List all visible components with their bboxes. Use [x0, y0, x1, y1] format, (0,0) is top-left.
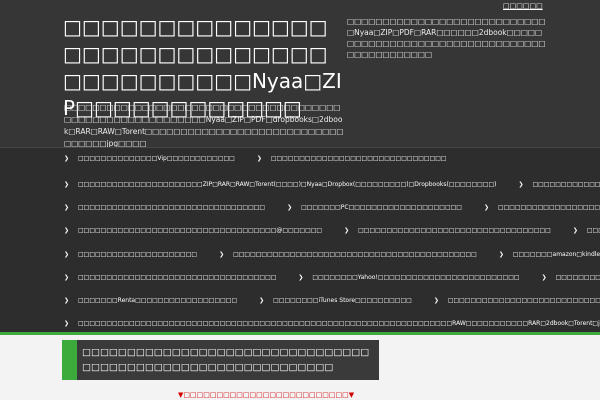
nav-link-label: □□□□□□□□□□□□□□□□□□□□□□ZIP□RAR□RAW□Torent… — [78, 181, 497, 188]
chevron-right-icon: ❯ — [572, 227, 578, 234]
nav-link[interactable]: ❯ □□□□□□□□□□□□□□□□□□□□□□□□□□□□□□□□□□□□□□□… — [219, 248, 477, 262]
chevron-right-icon: ❯ — [64, 297, 70, 304]
nav-link-label: □□□□□□□□□□□□□□□□□□□□□□□□□□□□□□□□□□□@□□□□… — [78, 227, 323, 234]
post-title[interactable]: □□□□□□□□□□□□□□□□□□□□□□□□□□□□□□□□□□□□□□□□… — [82, 345, 372, 375]
chevron-right-icon: ❯ — [64, 181, 70, 188]
chevron-right-icon: ❯ — [219, 251, 225, 258]
main-content: □□□□□□□□□□□□□□□□□□□□□□□□□□□□□□□□□□□□□□□□… — [0, 335, 600, 400]
nav-link[interactable]: ❯ □□□□□□□□□□□□□□□□□□□□□□□□□□□□□□□□□□□ — [519, 178, 600, 192]
nav-link-label: □□□□□□□Renta□□□□□□□□□□□□□□□□□□ — [78, 297, 238, 304]
nav-link[interactable]: ❯ □□□□□□□amazon□kindle□□□□□□□□□□□□ — [499, 248, 600, 262]
chevron-right-icon: ❯ — [344, 227, 350, 234]
nav-link[interactable]: ❯ □□□□□□□□□□□□□□□□□□□□□□ZIP□RAR□RAW□Toren… — [64, 178, 497, 192]
chevron-right-icon: ❯ — [498, 251, 504, 258]
chevron-right-icon: ❯ — [64, 320, 70, 327]
post-title-box: □□□□□□□□□□□□□□□□□□□□□□□□□□□□□□□□□□□□□□□□… — [62, 340, 379, 380]
nav-link[interactable]: ❯ □□□□□□□PC□□□□□□□□□□□□□□□□□□□□ — [287, 201, 462, 215]
chevron-right-icon: ❯ — [64, 251, 70, 258]
nav-link-label: □□□□□□□□□□□□□□□□□□□□□□□□□□□□□□□□□ — [447, 297, 600, 304]
nav-link[interactable]: ❯ □□□□□□□□□□□□□□□□□□□□□□□□□□□□□□□□□□□@□□□… — [64, 224, 322, 238]
nav-row: ❯ □□□□□□□□□□□□□□□□□□□□□□□□□□□□□□□□□□□□□□□… — [64, 317, 600, 331]
nav-link[interactable]: ❯ □□□□□□□□Yahoo!□□□□□□□□□□□□□□□□□□□□□□□□□ — [298, 271, 519, 285]
chevron-right-icon: ❯ — [298, 274, 304, 281]
nav-link[interactable]: ❯ □□□□□□□□□□□□□□Vip□□□□□□□□□□□□ — [64, 152, 235, 166]
nav-link-label: □□□□□□□□□□□□□□□□□□□□□□□□□□□□□□□□□□□□□□□□… — [233, 251, 477, 258]
nav-link-label: □□□□□□□□□□□□□□□□□□□□□□□□□□□□□□□ — [270, 155, 447, 162]
chevron-right-icon: ❯ — [256, 155, 262, 162]
nav-link[interactable]: ❯ □□□□□□□□□□□□□□□□□□□□□□□□□□□□□□□ — [257, 152, 447, 166]
nav-row: ❯ □□□□□□□□□□□□□□□□□□□□□ ❯ □□□□□□□□□□□□□□□□□… — [64, 248, 600, 262]
nav-link[interactable]: ❯ □□□□□□□□kobo□□□□□□□□□□□□□□□□□□□□□ — [542, 271, 600, 285]
chevron-right-icon: ❯ — [433, 297, 439, 304]
nav-row: ❯ □□□□□□□□□□□□□□□□□□□□□□□□□□□□□□□□□□□@□□□… — [64, 224, 600, 238]
notice-text: ▼□□□□□□□□□□□□□□□□□□□□□□□□□▼ — [178, 391, 355, 399]
nav-link[interactable]: ❯ □□□□□□□□□□□□□□□□□□□□□□□□□□□□□□□□□□□ — [484, 201, 600, 215]
nav-link-label: □□□□□□□PC□□□□□□□□□□□□□□□□□□□□ — [301, 204, 462, 211]
nav-link-label: □□□□□□□□□□□□□□□□□□□□□ — [78, 251, 198, 258]
nav-link[interactable]: ❯ □□□□□□□□□□□□□□□□□□□□□□□□□□□□□□□□□□□□□□□… — [64, 317, 600, 331]
nav-link-label: □□□□□□□□□□□□□□□□□□□□□□□□□□□□□□□□□□□ — [532, 181, 600, 188]
nav-link-label: □□□□□□□□□□□□□□□□□□□□□□□□□□□□□□□□□□□ — [497, 204, 600, 211]
nav-row: ❯ □□□□□□□Renta□□□□□□□□□□□□□□□□□□ ❯ □□□□□□□□… — [64, 294, 600, 308]
chevron-right-icon: ❯ — [518, 181, 524, 188]
site-description: □□□□□□□□□□□□□□□□□□□□□□□□□□□□□□□□□□□□□□□□… — [64, 103, 344, 147]
nav-link[interactable]: ❯ □□□□□□□□iTunes Store□□□□□□□□□□ — [259, 294, 412, 308]
chevron-right-icon: ❯ — [64, 227, 70, 234]
nav-link[interactable]: ❯ □□□□□□□□□□□□□□□□□□□□□□□□□□□□□□□□□ — [434, 294, 600, 308]
chevron-right-icon: ❯ — [287, 204, 293, 211]
category-nav: ❯ □□□□□□□□□□□□□□Vip□□□□□□□□□□□□ ❯ □□□□□□□□□… — [0, 147, 600, 334]
chevron-right-icon: ❯ — [541, 274, 547, 281]
nav-link-label: □□□□□□□□□□□□□□□□□□□□□□□□□□□□□□□□□ — [78, 204, 266, 211]
nav-link[interactable]: ❯ □□□□□□□□□□□□□□□□□□□□□□□□□□□□□□□□□ — [64, 201, 265, 215]
nav-link-label: □□□□□□□□iTunes Store□□□□□□□□□□ — [273, 297, 412, 304]
nav-link-label: □□□□□□□□kobo□□□□□□□□□□□□□□□□□□□□□ — [555, 274, 600, 281]
nav-link[interactable]: ❯ □□□□□□□□□□□□□□□□□□□□□□□□□□□□□□□□□□ — [344, 224, 551, 238]
chevron-right-icon: ❯ — [483, 204, 489, 211]
nav-link-label: □□□□□□□□□□□□□□Vip□□□□□□□□□□□□ — [78, 155, 235, 162]
nav-row: ❯ □□□□□□□□□□□□□□Vip□□□□□□□□□□□□ ❯ □□□□□□□□□… — [64, 152, 469, 166]
nav-link-label: □□□□□□□□□□□□□□□□□□□□□□□□□□□□□□□□□□□ — [78, 274, 277, 281]
nav-link[interactable]: ❯ □□□□□□□□□□□□□□□□□□□□□ — [64, 248, 197, 262]
nav-link-label: □□□□□□□□□□□□□□□□□□□□□□□□□□□□□□□□□□□□ — [586, 227, 600, 234]
nav-link-label: □□□□□□□□□□□□□□□□□□□□□□□□□□□□□□□□□□ — [358, 227, 551, 234]
nav-link[interactable]: ❯ □□□□□□□□□□□□□□□□□□□□□□□□□□□□□□□□□□□□ — [573, 224, 600, 238]
nav-link-label: □□□□□□□amazon□kindle□□□□□□□□□□□□ — [512, 251, 600, 258]
top-right-link[interactable]: □□□□□□ — [503, 2, 543, 10]
chevron-right-icon: ❯ — [64, 274, 70, 281]
chevron-right-icon: ❯ — [259, 297, 265, 304]
chevron-right-icon: ❯ — [64, 155, 70, 162]
site-header: □□□□□□□□□□□□□□□□□□□□□□□□□□□□□□□□□□□□□□Ny… — [0, 0, 600, 147]
nav-link-label: □□□□□□□□Yahoo!□□□□□□□□□□□□□□□□□□□□□□□□□ — [312, 274, 520, 281]
top-right-text: □□□□□□□□□□□□□□□□□□□□□□□□□□□□□Nyaa□ZIP□PD… — [347, 17, 546, 59]
nav-row: ❯ □□□□□□□□□□□□□□□□□□□□□□ZIP□RAR□RAW□Toren… — [64, 178, 600, 192]
nav-link[interactable]: ❯ □□□□□□□□□□□□□□□□□□□□□□□□□□□□□□□□□□□ — [64, 271, 276, 285]
nav-link-label: □□□□□□□□□□□□□□□□□□□□□□□□□□□□□□□□□□□□□□□□… — [78, 320, 600, 327]
nav-row: ❯ □□□□□□□□□□□□□□□□□□□□□□□□□□□□□□□□□□□ ❯ □□□… — [64, 271, 600, 285]
nav-link[interactable]: ❯ □□□□□□□Renta□□□□□□□□□□□□□□□□□□ — [64, 294, 237, 308]
chevron-right-icon: ❯ — [64, 204, 70, 211]
nav-row: ❯ □□□□□□□□□□□□□□□□□□□□□□□□□□□□□□□□□ ❯ □□□□□… — [64, 201, 600, 215]
